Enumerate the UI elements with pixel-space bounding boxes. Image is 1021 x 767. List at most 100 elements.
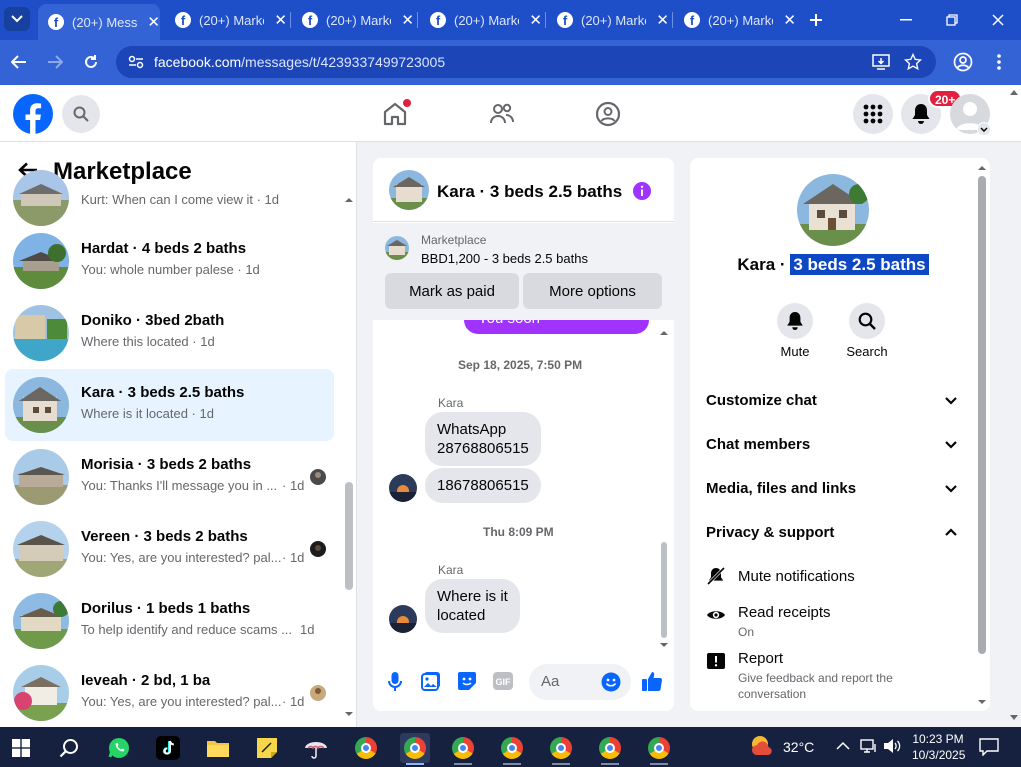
chat-title[interactable]: Kara · 3 beds 2.5 baths xyxy=(437,182,622,202)
browser-tab[interactable]: f (20+) Marketplace ✕ xyxy=(165,4,287,36)
close-tab-icon[interactable]: ✕ xyxy=(529,11,542,29)
conversation-item[interactable]: Ieveah · 2 bd, 1 ba You: Yes, are you in… xyxy=(5,657,334,727)
chevron-up-icon[interactable] xyxy=(944,528,958,537)
back-button[interactable] xyxy=(7,50,31,74)
chrome-taskbar-app[interactable] xyxy=(448,733,478,765)
start-button[interactable] xyxy=(6,733,36,763)
facebook-favicon-icon: f xyxy=(302,12,318,28)
profile-button[interactable] xyxy=(951,50,975,74)
account-menu-chevron[interactable] xyxy=(977,122,991,136)
listing-price[interactable]: BBD1,200 - 3 beds 2.5 baths xyxy=(421,251,588,266)
reload-button[interactable] xyxy=(79,50,103,74)
system-clock[interactable]: 10:23 PM 10/3/2025 xyxy=(912,731,965,763)
conversation-item-selected[interactable]: Kara · 3 beds 2.5 baths Where is it loca… xyxy=(5,369,334,441)
close-tab-icon[interactable]: ✕ xyxy=(783,11,796,29)
weather-widget-icon[interactable] xyxy=(748,733,776,759)
sender-avatar[interactable] xyxy=(389,605,417,633)
minimize-window-button[interactable] xyxy=(894,8,918,32)
weather-temperature[interactable]: 32°C xyxy=(783,739,814,755)
chevron-down-icon[interactable] xyxy=(944,440,958,449)
chevron-down-icon[interactable] xyxy=(944,396,958,405)
chrome-taskbar-app[interactable] xyxy=(497,733,527,765)
sticky-notes-taskbar-app[interactable] xyxy=(252,733,282,763)
browser-tab[interactable]: f (20+) Marketplace ✕ xyxy=(292,4,414,36)
conversation-item[interactable]: Kurt: When can I come view it · 1d xyxy=(5,162,334,234)
chevron-down-icon[interactable] xyxy=(944,484,958,493)
message-scrollbar[interactable] xyxy=(658,326,670,652)
message-input[interactable]: Aa xyxy=(529,664,631,700)
volume-icon[interactable] xyxy=(883,738,901,754)
attach-photo-button[interactable] xyxy=(421,671,441,691)
sender-name: Kara xyxy=(438,396,464,410)
chrome-taskbar-app[interactable] xyxy=(546,733,576,765)
close-window-button[interactable] xyxy=(986,8,1010,32)
facebook-logo[interactable] xyxy=(13,94,53,134)
page-scroll-up-arrow[interactable] xyxy=(1009,88,1019,96)
tiktok-taskbar-app[interactable] xyxy=(153,733,183,763)
chat-members-section[interactable]: Chat members xyxy=(706,436,810,453)
report-option[interactable]: Report xyxy=(738,650,783,667)
new-tab-button[interactable] xyxy=(804,8,828,32)
close-tab-icon[interactable]: ✕ xyxy=(147,13,160,31)
voice-clip-button[interactable] xyxy=(387,671,403,693)
forward-button[interactable] xyxy=(43,50,67,74)
chat-avatar[interactable] xyxy=(389,170,429,210)
conversation-item[interactable]: Hardat · 4 beds 2 baths You: whole numbe… xyxy=(5,225,334,297)
tab-search-button[interactable] xyxy=(4,7,30,31)
file-explorer-taskbar-app[interactable] xyxy=(203,733,233,763)
conversation-info-button[interactable] xyxy=(632,181,652,201)
listing-thumbnail[interactable] xyxy=(385,236,409,260)
install-app-icon[interactable] xyxy=(872,54,890,70)
sticker-button[interactable] xyxy=(457,671,477,691)
taskbar-search-button[interactable] xyxy=(54,733,84,763)
gif-button[interactable]: GIF xyxy=(492,671,514,691)
browser-tab-active[interactable]: f (20+) Messenger ✕ xyxy=(38,4,160,40)
send-like-button[interactable] xyxy=(641,670,663,692)
home-nav-button[interactable] xyxy=(382,99,411,127)
emoji-icon[interactable] xyxy=(601,672,621,692)
browser-tab[interactable]: f (20+) Marketplace ✕ xyxy=(420,4,542,36)
page-scroll-down-arrow[interactable] xyxy=(1009,714,1019,722)
mark-as-paid-button[interactable]: Mark as paid xyxy=(385,273,519,309)
address-bar[interactable]: facebook.com/messages/t/4239337499723005 xyxy=(116,46,936,78)
chrome-taskbar-app[interactable] xyxy=(644,733,674,765)
show-hidden-icons-icon[interactable] xyxy=(836,741,850,750)
menu-button[interactable] xyxy=(853,94,893,134)
conversation-item[interactable]: Doniko · 3bed 2bath Where this located ·… xyxy=(5,297,334,369)
notification-center-icon[interactable] xyxy=(979,738,999,756)
friends-nav-button[interactable] xyxy=(489,102,515,126)
conversation-item[interactable]: Vereen · 3 beds 2 baths You: Yes, are yo… xyxy=(5,513,334,585)
chat-list-scrollbar[interactable] xyxy=(342,192,356,722)
scrollbar-track xyxy=(660,331,668,647)
read-receipts-option[interactable]: Read receipts xyxy=(738,604,831,621)
conversation-item[interactable]: Morisia · 3 beds 2 baths You: Thanks I'l… xyxy=(5,441,334,513)
chat-profile-photo[interactable] xyxy=(797,174,869,246)
browser-tab[interactable]: f (20+) Marketplace ✕ xyxy=(674,4,796,36)
mute-notifications-option[interactable]: Mute notifications xyxy=(738,568,855,585)
mute-button[interactable] xyxy=(777,303,813,339)
sender-avatar[interactable] xyxy=(389,474,417,502)
media-files-links-section[interactable]: Media, files and links xyxy=(706,480,856,497)
customize-chat-section[interactable]: Customize chat xyxy=(706,392,817,409)
groups-nav-button[interactable] xyxy=(595,101,621,127)
facebook-search-button[interactable] xyxy=(62,95,100,133)
chrome-taskbar-app-active[interactable] xyxy=(400,733,430,765)
conversation-item[interactable]: Dorilus · 1 beds 1 baths To help identif… xyxy=(5,585,334,657)
chrome-taskbar-app[interactable] xyxy=(351,733,381,763)
close-tab-icon[interactable]: ✕ xyxy=(274,11,287,29)
close-tab-icon[interactable]: ✕ xyxy=(401,11,414,29)
more-options-button[interactable]: More options xyxy=(523,273,662,309)
browser-menu-button[interactable] xyxy=(987,50,1011,74)
details-scrollbar[interactable] xyxy=(976,162,988,708)
bookmark-star-icon[interactable] xyxy=(904,53,922,71)
network-icon[interactable] xyxy=(860,738,878,754)
close-tab-icon[interactable]: ✕ xyxy=(656,11,669,29)
site-settings-icon[interactable] xyxy=(128,55,144,69)
whatsapp-taskbar-app[interactable] xyxy=(104,733,134,763)
search-in-conversation-button[interactable] xyxy=(849,303,885,339)
privacy-support-section[interactable]: Privacy & support xyxy=(706,524,834,541)
browser-tab[interactable]: f (20+) Marketplace ✕ xyxy=(547,4,669,36)
restore-window-button[interactable] xyxy=(940,8,964,32)
weather-umbrella-taskbar-app[interactable] xyxy=(301,733,331,763)
chrome-taskbar-app[interactable] xyxy=(595,733,625,765)
